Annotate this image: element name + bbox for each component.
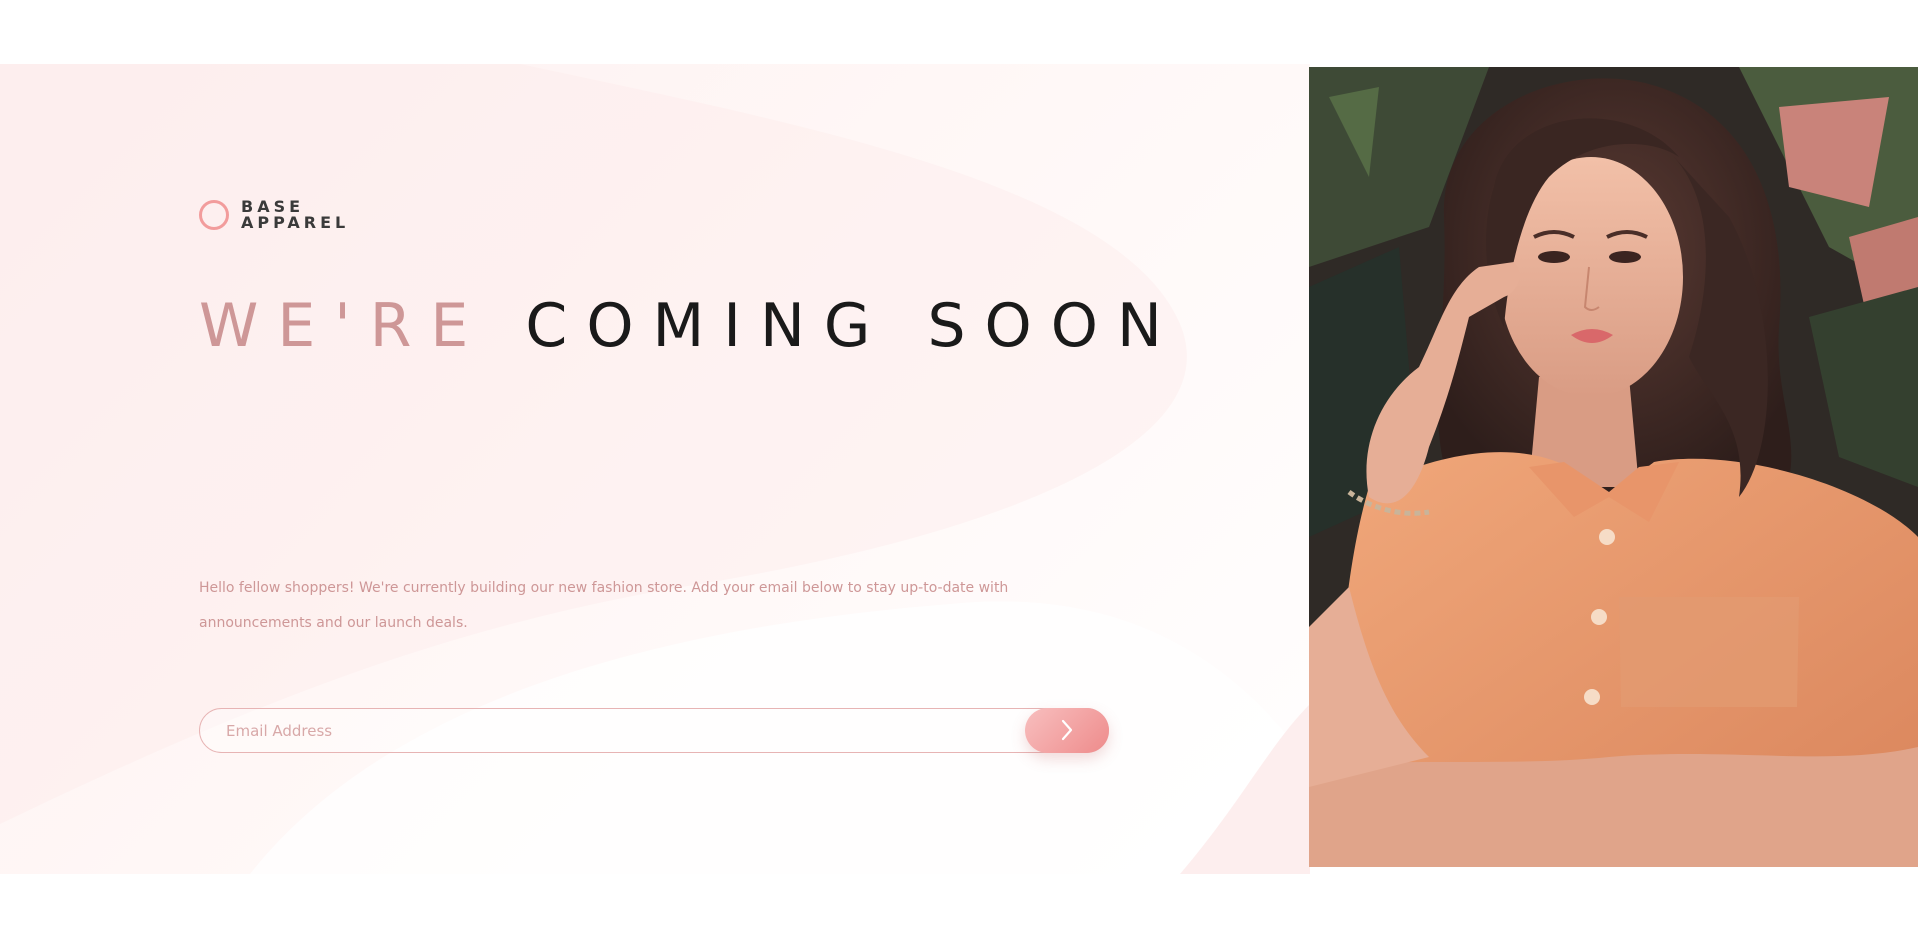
woman-in-orange-shirt-photo xyxy=(1309,67,1918,867)
headline-dark: COMING SOON xyxy=(525,291,1181,361)
email-signup-form xyxy=(199,707,1109,753)
brand-logo[interactable]: BASE APPAREL xyxy=(199,199,349,231)
intro-text: Hello fellow shoppers! We're currently b… xyxy=(199,580,1009,631)
email-field[interactable] xyxy=(200,708,1108,753)
page-title: WE'RE COMING SOON xyxy=(199,295,1181,357)
brand-name: BASE APPAREL xyxy=(241,199,349,231)
submit-button[interactable] xyxy=(1025,707,1109,753)
headline-light: WE'RE xyxy=(199,291,488,361)
hero-image xyxy=(1309,67,1918,867)
content-panel: BASE APPAREL WE'RE COMING SOON Hello fel… xyxy=(0,64,1310,874)
chevron-right-icon xyxy=(1061,719,1073,741)
coming-soon-page: BASE APPAREL WE'RE COMING SOON Hello fel… xyxy=(0,0,1918,936)
brand-name-line2: APPAREL xyxy=(241,213,350,232)
logo-circle-icon xyxy=(199,200,229,230)
